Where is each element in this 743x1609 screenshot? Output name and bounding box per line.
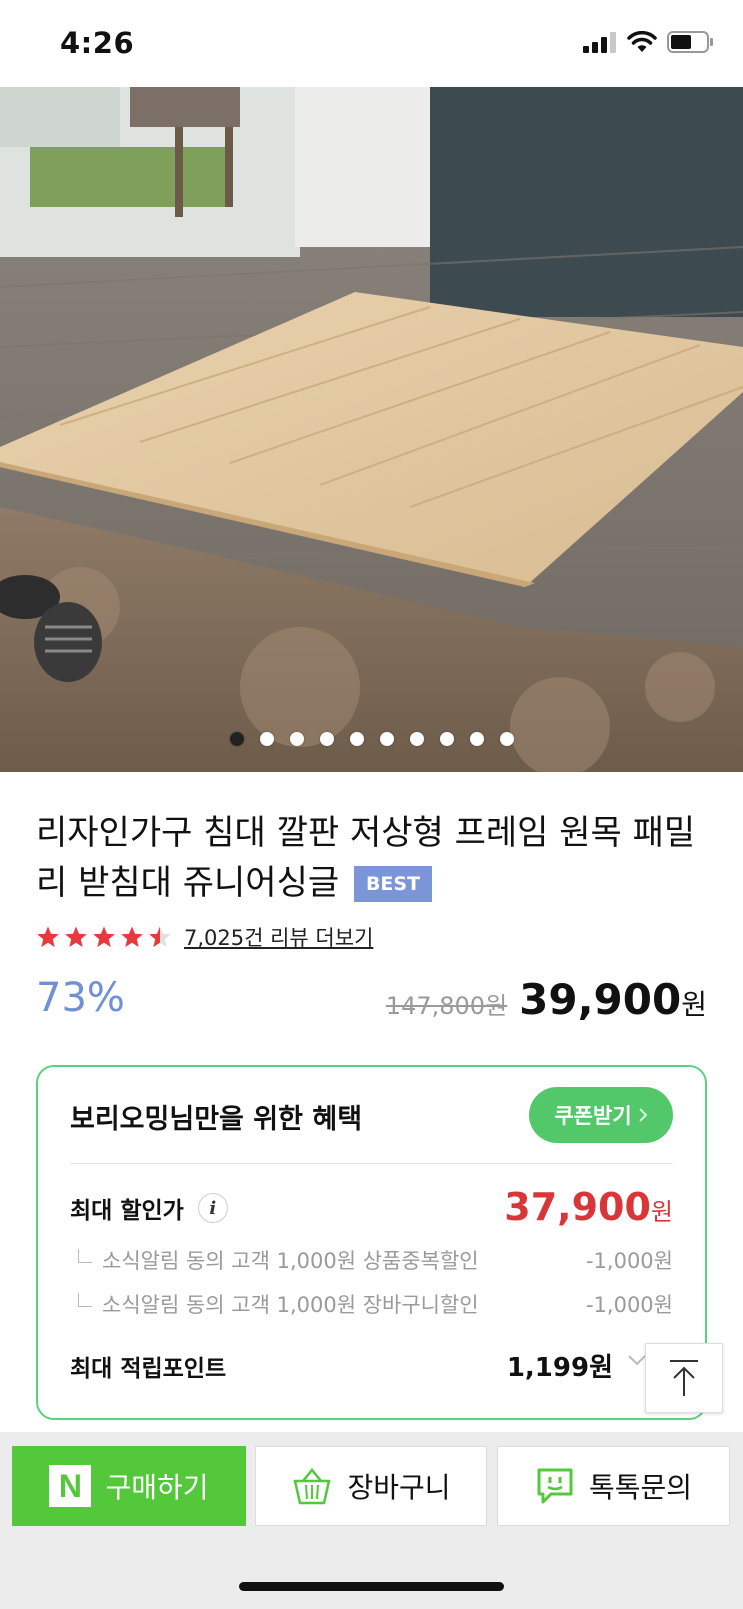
cart-button[interactable]: 장바구니 [255,1446,487,1526]
max-discount-label-row: 최대 할인가 i [70,1191,228,1225]
home-indicator [239,1582,504,1591]
scroll-top-button[interactable] [645,1343,723,1413]
talktalk-button-label: 톡톡문의 [588,1471,693,1504]
chevron-down-icon[interactable] [627,1353,647,1367]
carousel-dot[interactable] [469,732,484,746]
talktalk-icon [537,1468,573,1504]
talktalk-button[interactable]: 톡톡문의 [497,1446,730,1526]
discount-item-label: 소식알림 동의 고객 1,000원 상품중복할인 [102,1249,479,1273]
benefit-box: 보리오밍님만을 위한 혜택 쿠폰받기 최대 할인가 i 37,900 원 소식알… [36,1065,707,1420]
star-icon [37,926,59,947]
chevron-right-icon [638,1108,648,1122]
coupon-button[interactable]: 쿠폰받기 [529,1087,673,1143]
best-badge: BEST [353,866,433,902]
max-discount-unit: 원 [650,1198,673,1226]
carousel-dot[interactable] [349,732,364,746]
rating-stars [36,925,172,949]
scroll-top-icon [670,1360,698,1396]
carousel-dot[interactable] [439,732,454,746]
coupon-button-label: 쿠폰받기 [554,1104,632,1128]
status-icons [583,30,715,54]
naver-n-icon: N [49,1465,92,1507]
battery-icon [667,31,713,53]
max-discount-value: 37,900 [504,1185,651,1229]
sale-price: 39,900 [519,975,682,1024]
star-icon [93,926,115,947]
buy-button[interactable]: N 구매하기 [12,1446,246,1526]
star-icon [65,926,87,947]
review-link[interactable]: 7,025건 리뷰 더보기 [184,922,373,952]
discount-item-row: 소식알림 동의 고객 1,000원 장바구니할인 -1,000원 [78,1289,673,1319]
wifi-icon [627,31,657,52]
buy-button-label: 구매하기 [105,1471,209,1504]
sale-price-unit: 원 [681,988,707,1021]
carousel-dot[interactable] [499,732,514,746]
star-icon [149,926,171,947]
carousel-dot[interactable] [259,732,274,746]
discount-item-value: -1,000원 [585,1293,673,1317]
status-bar: 4:26 [0,0,743,87]
carousel-dot[interactable] [229,732,244,746]
cart-icon [293,1468,332,1505]
carousel-dot[interactable] [289,732,304,746]
discount-item-value: -1,000원 [585,1249,673,1273]
product-image-carousel[interactable] [0,87,743,772]
discount-rate: 73% [36,975,125,1021]
rating-row: 7,025건 리뷰 더보기 [36,922,373,952]
price-block: 147,800원 39,900 원 [386,975,707,1024]
original-price: 147,800원 [385,992,508,1020]
carousel-indicator [0,732,743,746]
product-title: 리자인가구 침대 깔판 저상형 프레임 원목 패밀리 받침대 쥬니어싱글 BES… [36,808,716,908]
discount-item-row: 소식알림 동의 고객 1,000원 상품중복할인 -1,000원 [78,1245,673,1275]
carousel-dot[interactable] [379,732,394,746]
benefit-title: 보리오밍님만을 위한 혜택 [70,1104,363,1135]
point-value: 1,199원 [506,1353,613,1383]
status-time: 4:26 [60,26,135,60]
star-icon [121,926,143,947]
max-discount-label: 최대 할인가 [70,1198,184,1224]
product-image [0,87,743,772]
point-label: 최대 적립포인트 [70,1356,227,1382]
cart-button-label: 장바구니 [347,1471,451,1504]
carousel-dot[interactable] [319,732,334,746]
signal-icon [583,32,616,53]
max-discount-price: 37,900 원 [504,1185,673,1229]
benefit-divider [70,1163,673,1164]
carousel-dot[interactable] [409,732,424,746]
info-icon[interactable]: i [197,1193,228,1223]
discount-item-label: 소식알림 동의 고객 1,000원 장바구니할인 [102,1293,479,1317]
